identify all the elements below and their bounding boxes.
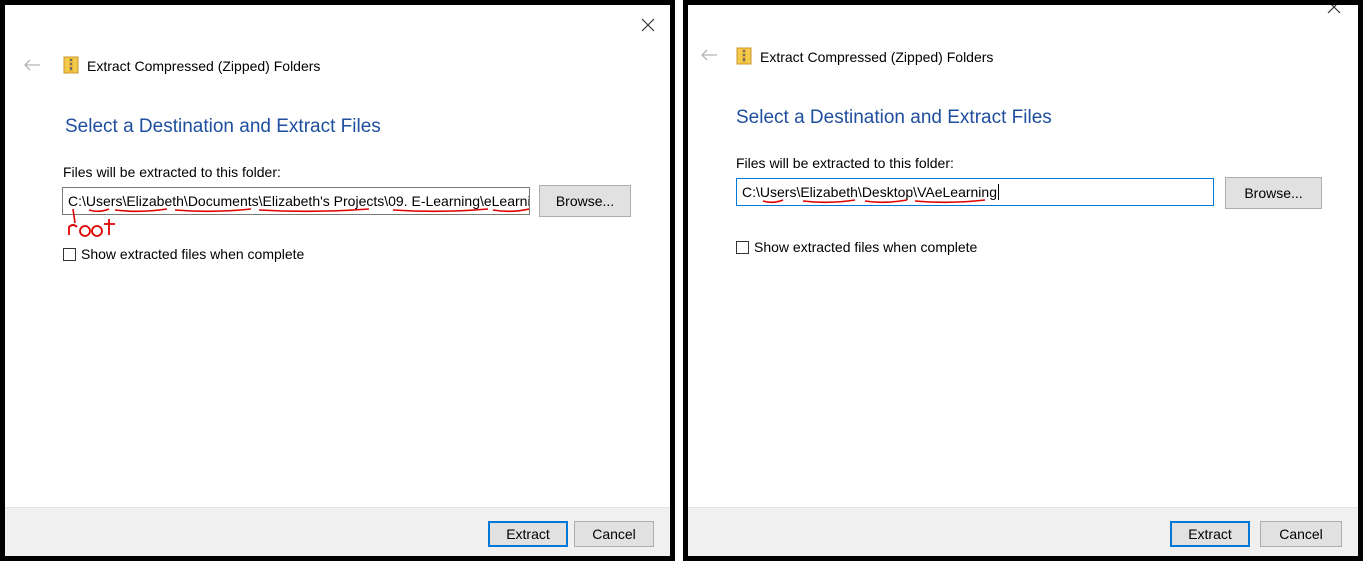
extract-button[interactable]: Extract: [488, 521, 568, 547]
red-underline-annotations: [762, 199, 986, 204]
show-files-checkbox-label[interactable]: Show extracted files when complete: [754, 239, 977, 255]
cancel-button[interactable]: Cancel: [1260, 521, 1342, 547]
window-title: Extract Compressed (Zipped) Folders: [87, 58, 321, 74]
extract-dialog-right: Extract Compressed (Zipped) Folders Sele…: [683, 0, 1363, 561]
zip-folder-icon: [63, 56, 79, 74]
show-files-checkbox[interactable]: [736, 241, 749, 254]
extract-dialog-left: Extract Compressed (Zipped) Folders Sele…: [0, 0, 675, 561]
dialog-footer: Extract Cancel: [5, 507, 670, 556]
show-files-checkbox-label[interactable]: Show extracted files when complete: [81, 246, 304, 262]
dialog-footer: Extract Cancel: [688, 507, 1358, 556]
destination-path-input[interactable]: C:\Users\Elizabeth\Desktop\VAeLearning: [736, 178, 1214, 206]
show-files-checkbox[interactable]: [63, 248, 76, 261]
page-heading: Select a Destination and Extract Files: [65, 116, 381, 137]
back-arrow-icon[interactable]: [700, 48, 718, 62]
extract-button[interactable]: Extract: [1170, 521, 1250, 547]
browse-button[interactable]: Browse...: [539, 185, 631, 217]
cancel-button[interactable]: Cancel: [574, 521, 654, 547]
destination-label: Files will be extracted to this folder:: [63, 164, 281, 180]
destination-label: Files will be extracted to this folder:: [736, 155, 954, 171]
zip-folder-icon: [736, 47, 752, 65]
close-icon[interactable]: [640, 17, 656, 33]
back-arrow-icon[interactable]: [23, 58, 41, 72]
close-icon[interactable]: [1326, 0, 1342, 15]
browse-button[interactable]: Browse...: [1225, 177, 1322, 209]
window-title: Extract Compressed (Zipped) Folders: [760, 49, 994, 65]
page-heading: Select a Destination and Extract Files: [736, 107, 1052, 128]
